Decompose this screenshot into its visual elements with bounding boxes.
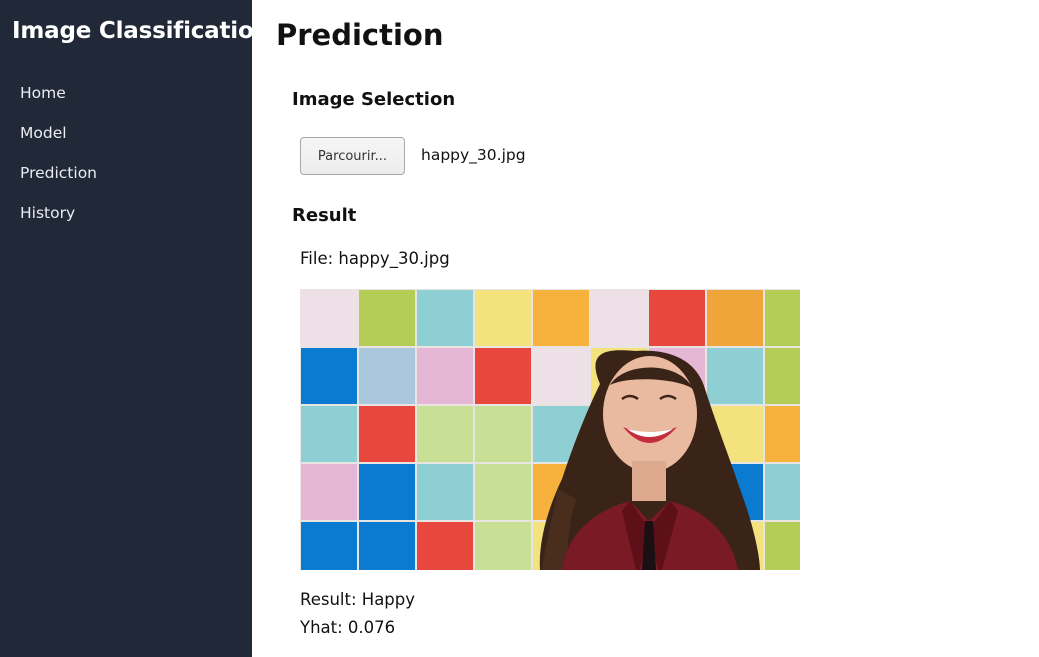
wall-tile xyxy=(707,290,763,346)
wall-tile xyxy=(475,348,531,404)
wall-tile xyxy=(765,464,800,520)
wall-tile xyxy=(359,348,415,404)
wall-tile xyxy=(475,406,531,462)
smiling-woman-photo xyxy=(300,289,800,570)
wall-tile xyxy=(301,464,357,520)
selected-file-name: happy_30.jpg xyxy=(421,146,526,164)
main-content: Prediction Image Selection Parcourir... … xyxy=(252,0,1039,657)
wall-tile xyxy=(475,290,531,346)
wall-tile xyxy=(417,348,473,404)
wall-tile xyxy=(707,348,763,404)
result-heading: Result xyxy=(292,205,357,226)
wall-tile xyxy=(475,522,531,570)
sidebar: Image Classification Home Model Predicti… xyxy=(0,0,270,657)
wall-tile xyxy=(591,290,647,346)
sidebar-item-home[interactable]: Home xyxy=(20,84,66,102)
wall-tile xyxy=(765,522,800,570)
wall-tile xyxy=(533,348,589,404)
wall-tile xyxy=(417,464,473,520)
result-file-line: File: happy_30.jpg xyxy=(300,249,450,268)
image-selection-heading: Image Selection xyxy=(292,89,456,110)
wall-tile xyxy=(765,406,800,462)
app-title: Image Classification xyxy=(12,18,270,44)
sidebar-item-prediction[interactable]: Prediction xyxy=(20,164,97,182)
sidebar-item-model[interactable]: Model xyxy=(20,124,67,142)
wall-tile xyxy=(765,348,800,404)
wall-tile xyxy=(765,290,800,346)
browse-button[interactable]: Parcourir... xyxy=(300,137,405,175)
wall-tile xyxy=(359,522,415,570)
wall-tile xyxy=(301,290,357,346)
wall-tile xyxy=(475,464,531,520)
wall-tile xyxy=(359,464,415,520)
result-image xyxy=(300,289,800,570)
wall-tile xyxy=(417,406,473,462)
wall-tile xyxy=(649,290,705,346)
result-yhat-line: Yhat: 0.076 xyxy=(300,618,396,637)
wall-tile xyxy=(533,290,589,346)
wall-tile xyxy=(359,290,415,346)
page-title: Prediction xyxy=(276,18,444,52)
wall-tile xyxy=(301,406,357,462)
result-class-line: Result: Happy xyxy=(300,590,416,609)
wall-tile xyxy=(301,522,357,570)
wall-tile xyxy=(417,522,473,570)
wall-tile xyxy=(417,290,473,346)
wall-tile xyxy=(359,406,415,462)
sidebar-item-history[interactable]: History xyxy=(20,204,75,222)
wall-tile xyxy=(301,348,357,404)
